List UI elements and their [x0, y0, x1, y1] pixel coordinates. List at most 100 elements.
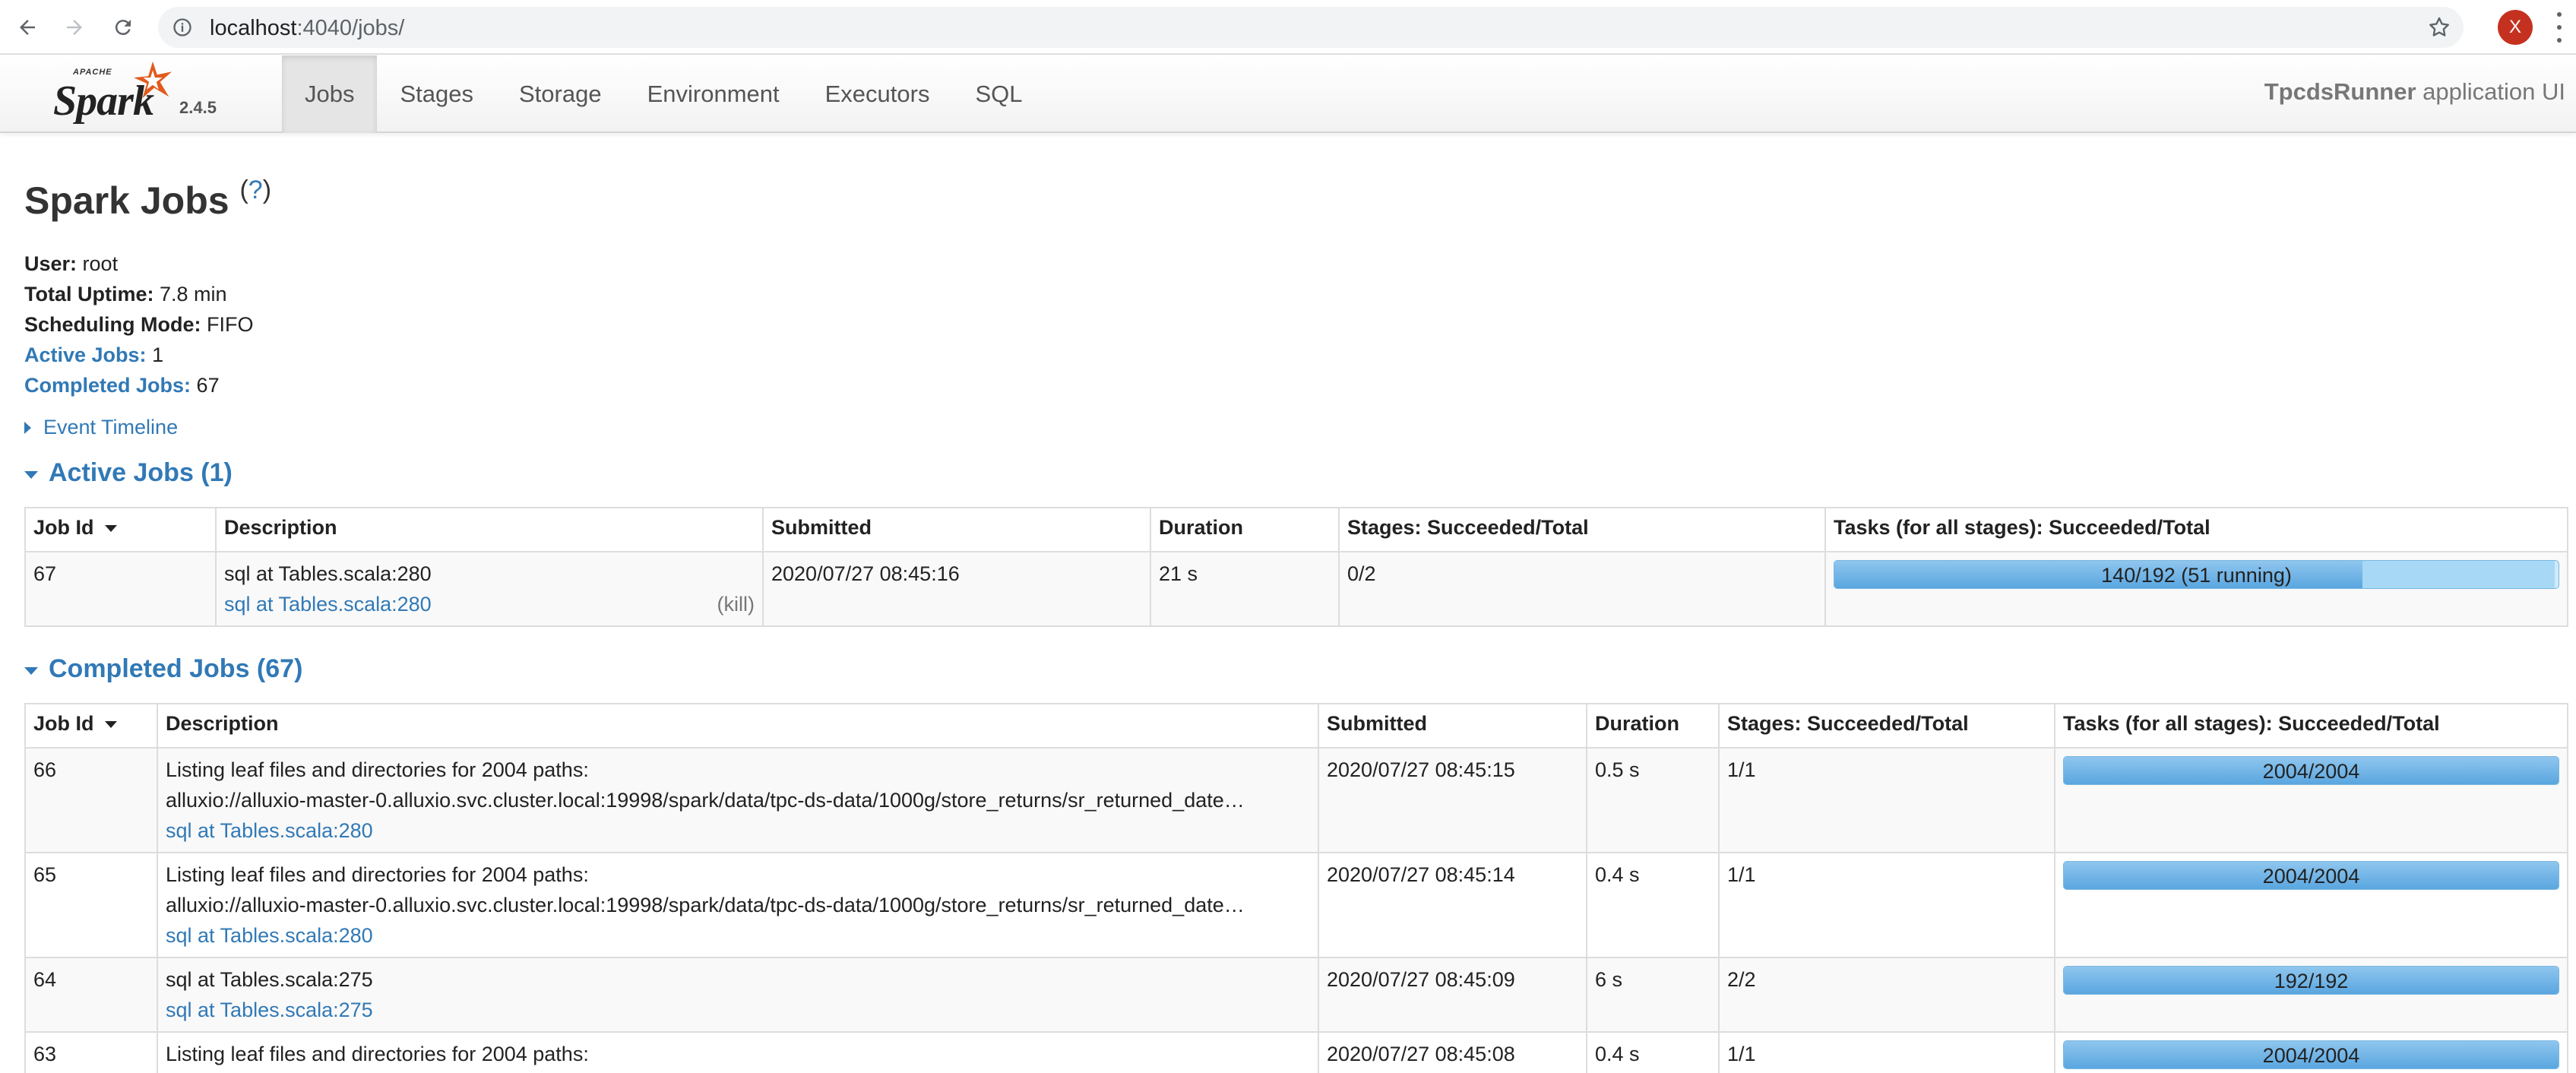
- col-description[interactable]: Description: [215, 507, 764, 552]
- job-link[interactable]: sql at Tables.scala:280: [166, 920, 1310, 951]
- col-job-id[interactable]: Job Id: [24, 703, 158, 749]
- nav-tabs: Jobs Stages Storage Environment Executor…: [282, 55, 1045, 133]
- sort-desc-icon: [104, 721, 117, 729]
- tab-sql[interactable]: SQL: [952, 55, 1045, 133]
- col-job-id-label: Job Id: [33, 712, 94, 735]
- info-icon[interactable]: [172, 17, 193, 38]
- job-tasks: 2004/2004: [2054, 852, 2568, 958]
- address-bar[interactable]: localhost:4040/jobs/: [158, 7, 2464, 48]
- col-duration[interactable]: Duration: [1586, 703, 1720, 749]
- job-link[interactable]: sql at Tables.scala:280: [166, 815, 1310, 846]
- job-tasks: 140/192 (51 running): [1824, 551, 2568, 627]
- completed-jobs-toggle[interactable]: Completed Jobs (67): [24, 654, 302, 684]
- description-text: Listing leaf files and directories for 2…: [166, 863, 589, 886]
- page-title: Spark Jobs (?): [24, 176, 271, 223]
- job-description: Listing leaf files and directories for 2…: [157, 1031, 1319, 1073]
- caret-right-icon: [24, 421, 31, 434]
- completed-jobs-heading: Completed Jobs (67): [49, 654, 303, 683]
- progress-label: 140/192 (51 running): [2101, 564, 2292, 587]
- summary-mode-value: FIFO: [207, 313, 254, 336]
- bookmark-star-icon[interactable]: [2427, 15, 2451, 40]
- profile-avatar[interactable]: X: [2498, 10, 2533, 45]
- job-submitted: 2020/07/27 08:45:14: [1318, 852, 1587, 958]
- col-tasks[interactable]: Tasks (for all stages): Succeeded/Total: [1824, 507, 2568, 552]
- reload-button[interactable]: [106, 11, 140, 44]
- tasks-progress-bar: 2004/2004: [2063, 756, 2559, 785]
- job-description: Listing leaf files and directories for 2…: [157, 747, 1319, 853]
- table-row: 63 Listing leaf files and directories fo…: [24, 1031, 2568, 1073]
- browser-toolbar: localhost:4040/jobs/ X: [0, 0, 2576, 55]
- tasks-progress-bar: 140/192 (51 running): [1834, 560, 2559, 589]
- kill-button[interactable]: (kill): [717, 589, 755, 619]
- spark-version: 2.4.5: [179, 98, 217, 117]
- col-duration[interactable]: Duration: [1150, 507, 1340, 552]
- active-jobs-link[interactable]: Active Jobs:: [24, 343, 147, 366]
- job-link[interactable]: sql at Tables.scala:275: [166, 995, 1310, 1025]
- job-description: Listing leaf files and directories for 2…: [157, 852, 1319, 958]
- summary-user-label: User:: [24, 252, 78, 275]
- job-summary: User: root Total Uptime: 7.8 min Schedul…: [24, 248, 254, 400]
- job-description: sql at Tables.scala:280 sql at Tables.sc…: [215, 551, 764, 627]
- table-row: 65 Listing leaf files and directories fo…: [24, 852, 2568, 958]
- event-timeline-label: Event Timeline: [43, 416, 179, 438]
- reload-icon: [115, 20, 131, 36]
- description-text: sql at Tables.scala:275: [166, 968, 373, 991]
- description-path: alluxio://alluxio-master-0.alluxio.svc.c…: [166, 789, 1245, 812]
- tab-stages[interactable]: Stages: [377, 55, 496, 133]
- event-timeline-toggle[interactable]: Event Timeline: [24, 416, 178, 439]
- job-description: sql at Tables.scala:275 sql at Tables.sc…: [157, 957, 1319, 1033]
- col-job-id-label: Job Id: [33, 516, 94, 539]
- app-name-bold: TpcdsRunner: [2264, 78, 2416, 105]
- job-duration: 6 s: [1586, 957, 1720, 1033]
- spark-logo[interactable]: APACHE Spark: [50, 60, 187, 128]
- job-stages: 0/2: [1338, 551, 1826, 627]
- completed-jobs-link[interactable]: Completed Jobs:: [24, 374, 191, 397]
- tab-environment[interactable]: Environment: [625, 55, 802, 133]
- summary-completed-jobs: Completed Jobs: 67: [24, 370, 254, 400]
- progress-label: 2004/2004: [2262, 1044, 2360, 1067]
- forward-button[interactable]: [58, 11, 91, 44]
- browser-menu-icon[interactable]: [2555, 12, 2564, 43]
- back-button[interactable]: [11, 11, 44, 44]
- table-header-row: Job Id Description Submitted Duration St…: [24, 507, 2568, 552]
- job-duration: 0.4 s: [1586, 1031, 1720, 1073]
- description-text: Listing leaf files and directories for 2…: [166, 758, 589, 781]
- active-jobs-toggle[interactable]: Active Jobs (1): [24, 458, 233, 488]
- help-tooltip[interactable]: (?): [239, 176, 271, 204]
- spark-navbar: APACHE Spark 2.4.5 Jobs Stages Storage E…: [0, 55, 2576, 133]
- job-stages: 1/1: [1718, 747, 2055, 853]
- summary-uptime-label: Total Uptime:: [24, 283, 154, 305]
- col-submitted[interactable]: Submitted: [1318, 703, 1587, 749]
- job-submitted: 2020/07/27 08:45:16: [762, 551, 1151, 627]
- description-path: alluxio://alluxio-master-0.alluxio.svc.c…: [166, 894, 1245, 916]
- description-text: sql at Tables.scala:280: [224, 562, 432, 585]
- job-submitted: 2020/07/27 08:45:09: [1318, 957, 1587, 1033]
- table-row: 64 sql at Tables.scala:275 sql at Tables…: [24, 957, 2568, 1033]
- col-submitted[interactable]: Submitted: [762, 507, 1151, 552]
- summary-active-jobs: Active Jobs: 1: [24, 340, 254, 370]
- job-duration: 0.4 s: [1586, 852, 1720, 958]
- tab-executors[interactable]: Executors: [802, 55, 953, 133]
- help-link[interactable]: ?: [248, 176, 263, 204]
- caret-down-icon: [24, 470, 38, 479]
- job-id: 64: [24, 957, 158, 1033]
- sort-desc-icon: [104, 525, 117, 533]
- col-tasks[interactable]: Tasks (for all stages): Succeeded/Total: [2054, 703, 2568, 749]
- col-stages[interactable]: Stages: Succeeded/Total: [1338, 507, 1826, 552]
- job-id: 66: [24, 747, 158, 853]
- summary-mode-label: Scheduling Mode:: [24, 313, 201, 336]
- summary-uptime: Total Uptime: 7.8 min: [24, 279, 254, 309]
- job-submitted: 2020/07/27 08:45:15: [1318, 747, 1587, 853]
- col-job-id[interactable]: Job Id: [24, 507, 217, 552]
- arrow-right-icon: [67, 20, 82, 35]
- page-title-text: Spark Jobs: [24, 179, 229, 222]
- tab-jobs[interactable]: Jobs: [282, 55, 378, 133]
- col-description[interactable]: Description: [157, 703, 1319, 749]
- job-id: 63: [24, 1031, 158, 1073]
- job-link[interactable]: sql at Tables.scala:280: [224, 593, 432, 616]
- tab-storage[interactable]: Storage: [496, 55, 625, 133]
- summary-completed-value: 67: [196, 374, 220, 397]
- col-stages[interactable]: Stages: Succeeded/Total: [1718, 703, 2055, 749]
- job-stages: 1/1: [1718, 1031, 2055, 1073]
- table-row: 66 Listing leaf files and directories fo…: [24, 747, 2568, 853]
